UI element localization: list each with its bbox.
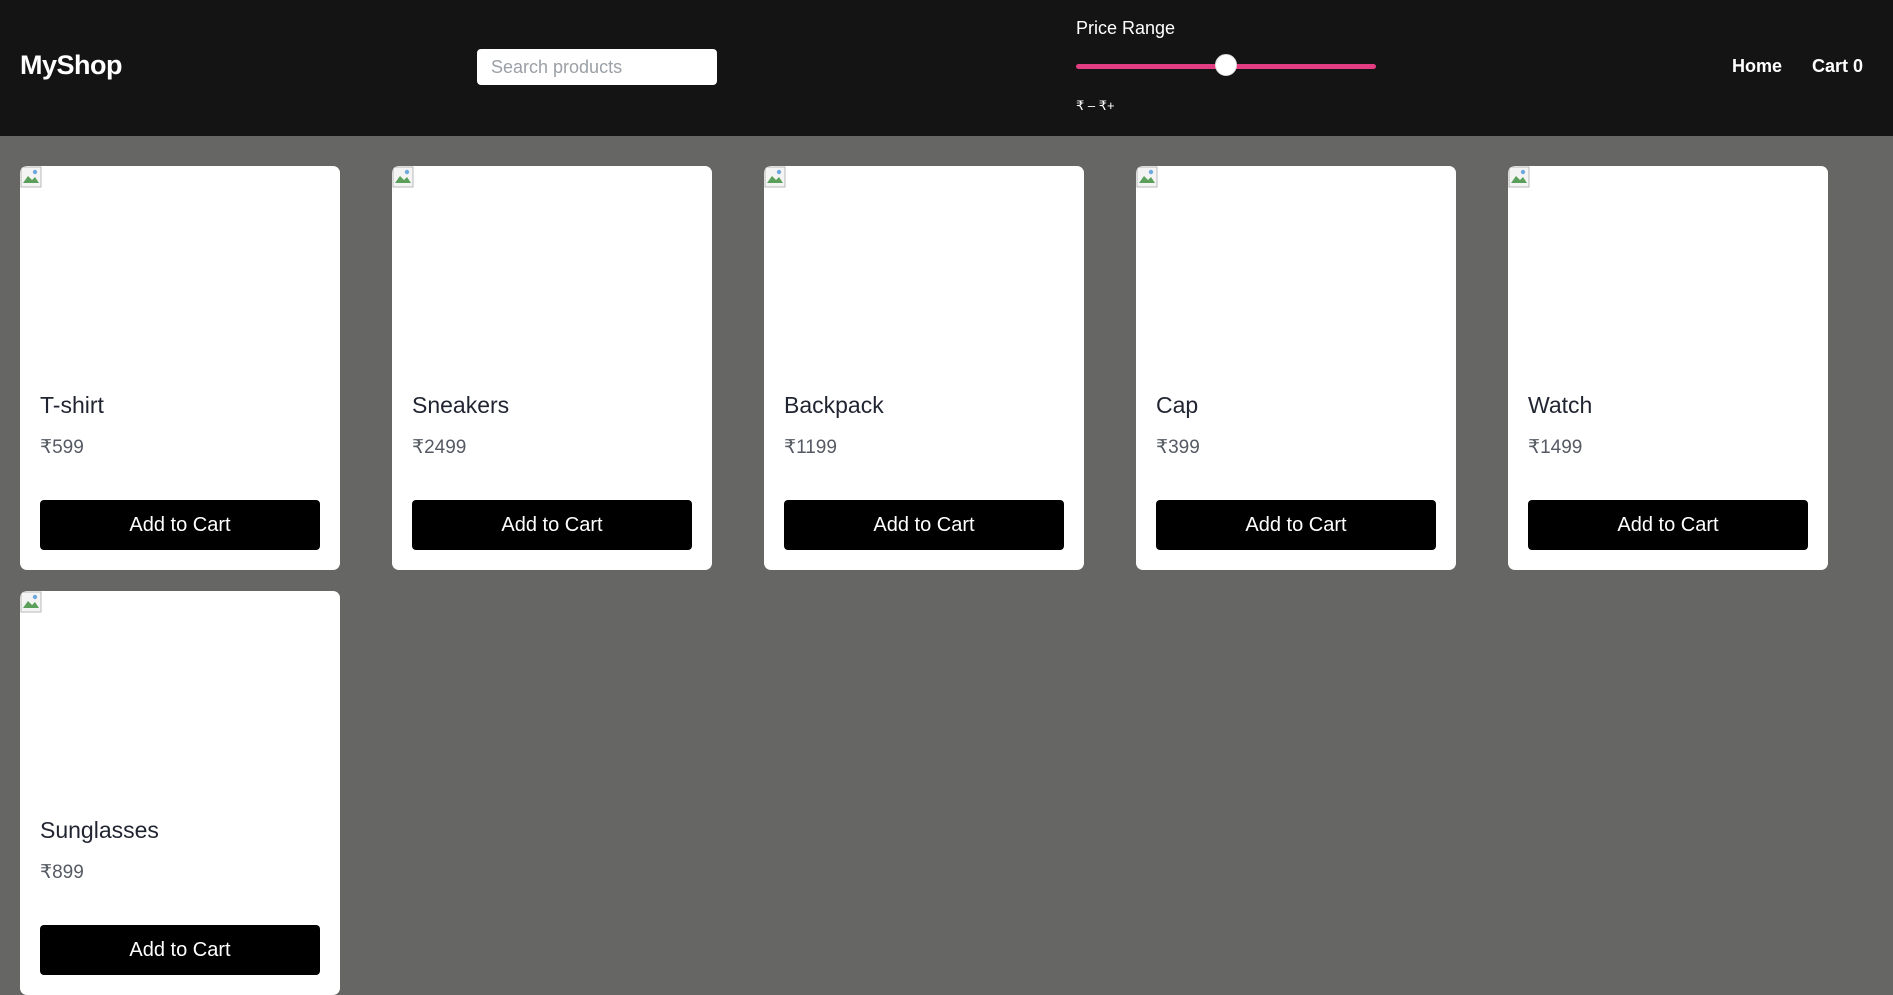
product-name: Sneakers <box>412 392 510 418</box>
product-image <box>1508 166 1828 366</box>
product-card: Cap ₹399 Add to Cart <box>1136 166 1456 570</box>
product-card: Backpack ₹1199 Add to Cart <box>764 166 1084 570</box>
product-name: Watch <box>1528 392 1593 418</box>
product-image <box>1136 166 1456 366</box>
product-price: ₹1199 <box>784 437 837 458</box>
nav-link-home[interactable]: Home <box>1732 56 1782 77</box>
product-card: Sneakers ₹2499 Add to Cart <box>392 166 712 570</box>
product-image <box>392 166 712 366</box>
product-image <box>20 591 340 791</box>
broken-image-icon <box>1136 166 1158 188</box>
broken-image-icon <box>20 166 42 188</box>
add-to-cart-button[interactable]: Add to Cart <box>412 500 692 550</box>
product-card: T-shirt ₹599 Add to Cart <box>20 166 340 570</box>
brand-logo[interactable]: MyShop <box>20 50 123 81</box>
navbar: MyShop Price Range ₹ – ₹+ Home Cart 0 <box>0 0 1893 136</box>
product-price: ₹599 <box>40 437 84 458</box>
product-price: ₹899 <box>40 862 84 883</box>
search-input[interactable] <box>477 49 717 85</box>
nav-links: Home Cart 0 <box>1732 56 1863 77</box>
price-range-title: Price Range <box>1076 18 1176 38</box>
product-price: ₹2499 <box>412 437 467 458</box>
product-name: Cap <box>1156 392 1199 418</box>
product-price: ₹399 <box>1156 437 1200 458</box>
product-card: Sunglasses ₹899 Add to Cart <box>20 591 340 995</box>
broken-image-icon <box>764 166 786 188</box>
add-to-cart-button[interactable]: Add to Cart <box>40 500 320 550</box>
add-to-cart-button[interactable]: Add to Cart <box>1528 500 1808 550</box>
price-range-readout: ₹ – ₹+ <box>1076 98 1115 113</box>
product-name: Backpack <box>784 392 884 418</box>
product-image <box>20 166 340 366</box>
add-to-cart-button[interactable]: Add to Cart <box>40 925 320 975</box>
broken-image-icon <box>1508 166 1530 188</box>
nav-link-cart[interactable]: Cart 0 <box>1812 56 1863 77</box>
product-card: Watch ₹1499 Add to Cart <box>1508 166 1828 570</box>
add-to-cart-button[interactable]: Add to Cart <box>1156 500 1436 550</box>
product-grid: T-shirt ₹599 Add to Cart Sneakers ₹2499 … <box>20 166 1860 995</box>
product-name: Sunglasses <box>40 817 159 843</box>
product-image <box>764 166 1084 366</box>
product-price: ₹1499 <box>1528 437 1583 458</box>
price-range-filter: Price Range ₹ – ₹+ <box>1076 18 1386 118</box>
product-name: T-shirt <box>40 392 104 418</box>
add-to-cart-button[interactable]: Add to Cart <box>784 500 1064 550</box>
broken-image-icon <box>20 591 42 613</box>
broken-image-icon <box>392 166 414 188</box>
price-range-slider-thumb[interactable] <box>1215 54 1237 76</box>
